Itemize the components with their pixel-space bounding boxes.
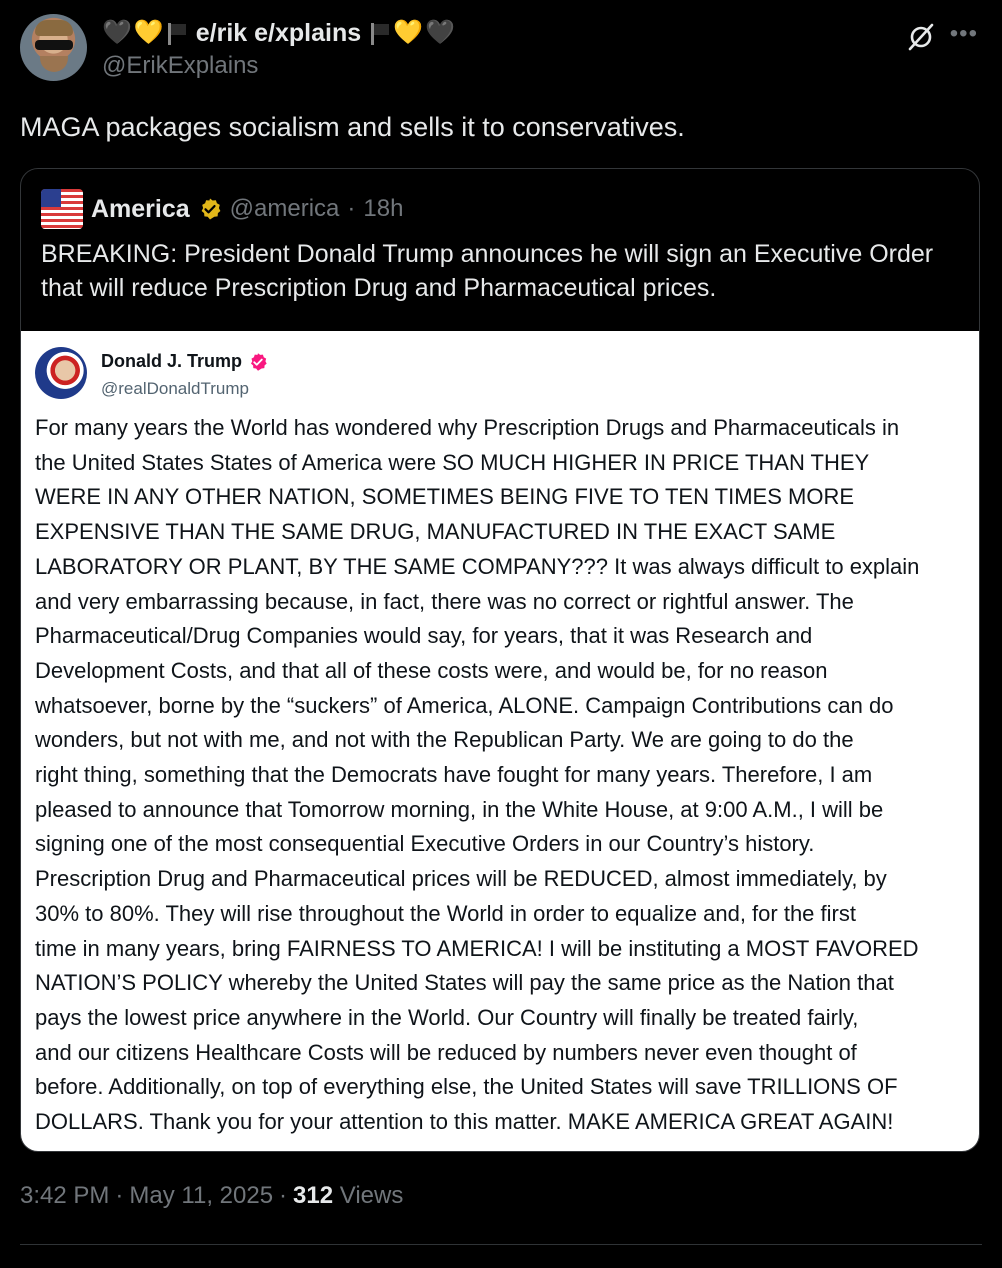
yellow-heart-icon: 💛 — [393, 19, 424, 46]
grok-icon[interactable] — [906, 22, 936, 52]
quoted-author-handle[interactable]: @america — [230, 195, 340, 223]
tweet-text: MAGA packages socialism and sells it to … — [20, 112, 685, 142]
views-label[interactable]: Views — [340, 1182, 404, 1209]
media-author-handle: @realDonaldTrump — [101, 379, 249, 398]
quoted-tweet-header: America @america · 18h — [41, 189, 403, 229]
author-display-name[interactable]: e/rik e/xplains — [196, 19, 361, 48]
media-author-name-row: Donald J. Trump — [101, 351, 268, 372]
tweet-time[interactable]: 3:42 PM — [20, 1182, 109, 1210]
media-post-body: For many years the World has wondered wh… — [35, 415, 920, 1135]
quoted-media-image[interactable]: Donald J. Trump @realDonaldTrump For man… — [21, 331, 979, 1151]
author-handle[interactable]: @ErikExplains — [102, 52, 258, 80]
meta-separator: · — [279, 1182, 288, 1209]
black-heart-icon: 🖤 — [102, 19, 132, 46]
trump-avatar — [35, 347, 87, 399]
tweet-date[interactable]: May 11, 2025 — [129, 1182, 273, 1210]
tweet-meta: 3:42 PM · May 11, 2025 · 312 Views — [20, 1182, 403, 1210]
quoted-time[interactable]: 18h — [363, 195, 403, 223]
views-count[interactable]: 312 — [293, 1182, 333, 1209]
verified-gold-badge-icon — [201, 198, 221, 220]
more-icon[interactable]: ••• — [950, 20, 978, 48]
tweet-header: 🖤 💛 e/rik e/xplains 💛 🖤 @ErikExplains ••… — [20, 14, 982, 84]
verified-red-badge-icon — [251, 352, 267, 371]
america-avatar[interactable] — [41, 189, 83, 229]
quoted-author-name[interactable]: America — [91, 195, 190, 224]
black-heart-icon: 🖤 — [425, 19, 455, 46]
black-flag-icon — [166, 21, 188, 45]
time-separator: · — [347, 195, 356, 222]
author-name-row[interactable]: 🖤 💛 e/rik e/xplains 💛 🖤 — [102, 18, 455, 48]
quoted-tweet-card[interactable]: America @america · 18h BREAKING: Preside… — [20, 168, 980, 1152]
author-avatar[interactable] — [20, 14, 87, 81]
quoted-tweet-text: BREAKING: President Donald Trump announc… — [41, 240, 934, 302]
meta-separator: · — [115, 1182, 124, 1209]
media-author-name: Donald J. Trump — [101, 351, 243, 371]
yellow-heart-icon: 💛 — [133, 19, 164, 46]
divider — [20, 1244, 982, 1245]
black-flag-icon — [369, 21, 391, 45]
